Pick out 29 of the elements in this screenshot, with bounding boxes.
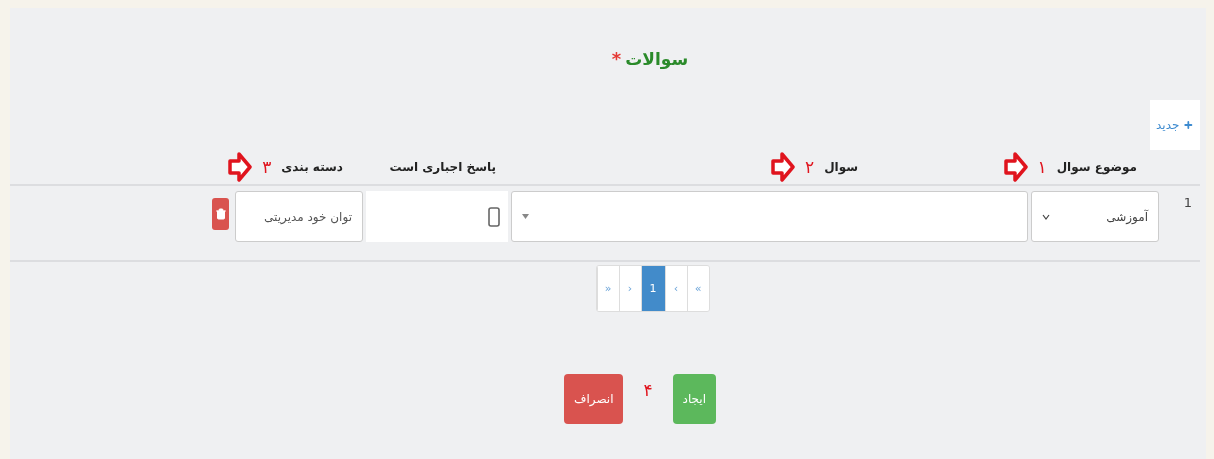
caret-icon [522, 214, 529, 219]
annotation-number: ۲ [805, 157, 815, 177]
page-button[interactable]: 1 [640, 266, 665, 311]
trash-icon [214, 208, 227, 220]
checkbox[interactable] [488, 206, 500, 227]
create-button[interactable]: ایجاد [672, 374, 717, 424]
category-field[interactable]: توان خود مدیریتی [235, 191, 363, 242]
page-button[interactable]: › [664, 266, 687, 311]
column-header: موضوع سوال [1056, 160, 1137, 174]
annotation-number: ۴ [643, 380, 653, 400]
new-button[interactable]: جدید [1150, 100, 1200, 150]
row-number: 1 [1182, 194, 1193, 210]
plus-icon [1183, 118, 1194, 132]
cancel-button[interactable]: انصراف [564, 374, 624, 424]
arrow-icon [771, 152, 795, 182]
arrow-icon [1003, 152, 1028, 182]
page-button[interactable]: ‹ [618, 266, 641, 311]
annotation-number: ۳ [262, 157, 272, 177]
column-header: دسته بندی [281, 160, 343, 174]
annotation-number: ۱ [1037, 157, 1047, 177]
topic-select[interactable]: آموزشی [1031, 191, 1159, 242]
page-button[interactable]: » [686, 266, 709, 311]
page-button[interactable]: « [596, 266, 619, 311]
column-header: پاسخ اجباری است [389, 160, 496, 174]
column-header: سوال [824, 160, 858, 174]
section-title: سوالات * [611, 48, 689, 71]
chevron-down-icon [1042, 213, 1050, 220]
delete-button[interactable] [212, 198, 229, 230]
arrow-icon [228, 152, 253, 182]
